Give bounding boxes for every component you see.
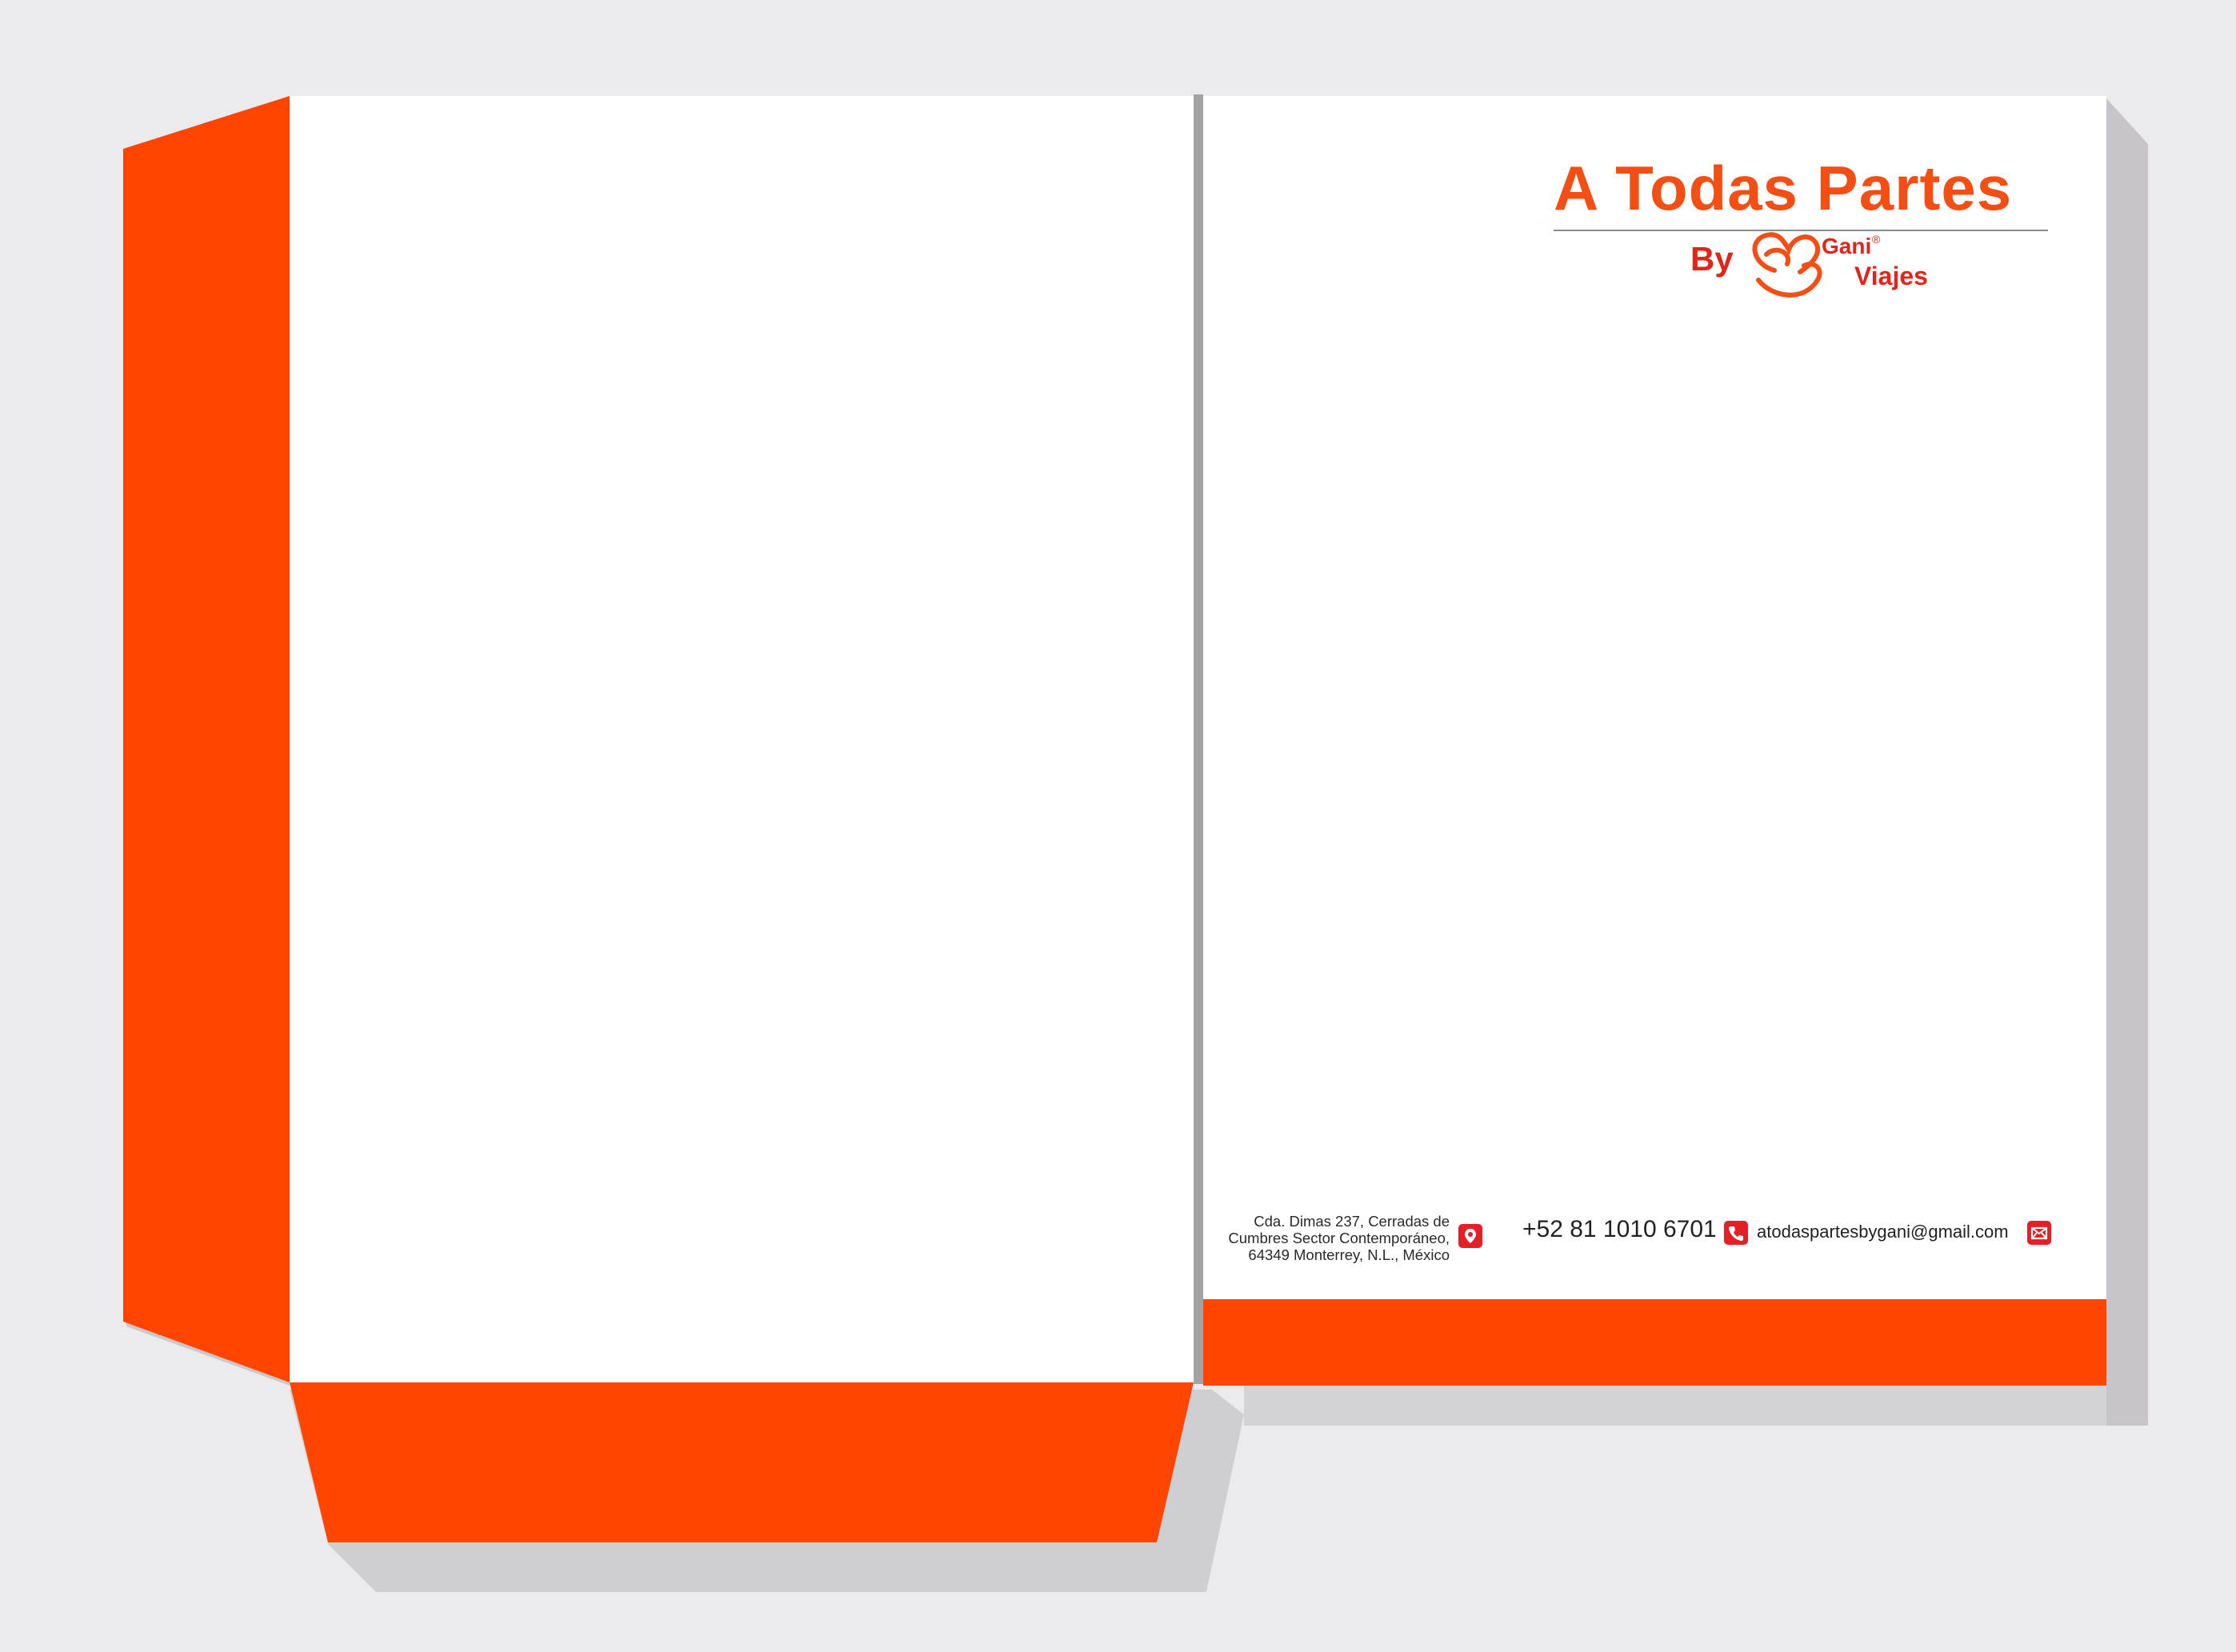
registered-mark: ® [1872,233,1881,246]
brand-divider [1554,230,2048,231]
right-page-shadow [1244,1384,2148,1426]
location-pin-icon [1458,1224,1482,1248]
address-line: Cumbres Sector Contemporáneo, [1228,1230,1450,1246]
left-inner-page [290,96,1194,1384]
brand-viajes-label: Viajes [1854,262,1928,290]
folder-spine [1194,94,1203,1384]
brand-gani-label: Gani [1822,234,1872,258]
envelope-icon [2027,1221,2051,1245]
folder-mockup [123,94,2148,1592]
right-page-footer-band [1203,1299,2106,1386]
brand-title: A Todas Partes [1554,153,2013,223]
address-line: Cda. Dimas 237, Cerradas de [1254,1213,1450,1230]
phone-number: +52 81 1010 6701 [1522,1216,1717,1242]
brand-by-label: By [1690,240,1734,278]
address-block: Cda. Dimas 237, Cerradas de Cumbres Sect… [1196,1213,1450,1263]
address-line: 64349 Monterrey, N.L., México [1248,1246,1450,1263]
email-address: atodaspartesbygani@gmail.com [1757,1222,2009,1242]
right-inner-page [1203,96,2106,1386]
bottom-pocket-flap [290,1382,1194,1542]
left-side-flap [123,96,290,1382]
right-edge-shadow [2106,98,2148,1426]
phone-icon [1724,1221,1748,1245]
